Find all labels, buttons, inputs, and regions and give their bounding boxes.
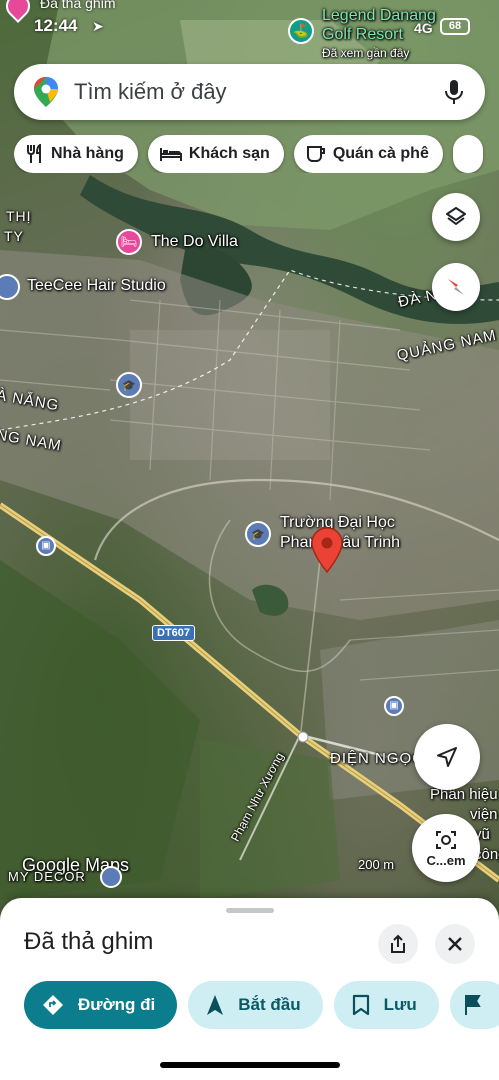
action-buttons: Đường đi Bắt đầu Lưu: [24, 981, 499, 1029]
flag-icon: [464, 995, 481, 1015]
route-shield: DT607: [152, 625, 196, 641]
university-poi-icon[interactable]: 🎓: [245, 521, 271, 547]
area-thi-label: THỊ: [6, 208, 32, 224]
layers-icon: [446, 207, 466, 225]
coffee-cup-icon: [306, 146, 325, 162]
navigation-arrow-icon: [437, 747, 457, 767]
share-icon: [391, 934, 405, 953]
search-input[interactable]: Tìm kiếm ở đây: [74, 79, 443, 105]
google-maps-pin-icon: [34, 77, 58, 107]
school-poi-icon[interactable]: 🎓: [116, 372, 142, 398]
bus-stop-icon[interactable]: ▣: [384, 696, 404, 716]
my-location-button[interactable]: [414, 724, 480, 790]
battery-indicator: 68: [440, 18, 470, 35]
chip-more[interactable]: [452, 135, 483, 173]
chip-restaurants-label: Nhà hàng: [51, 145, 124, 162]
legend-danang-sub: Đã xem gần đây: [322, 46, 410, 60]
directions-label: Đường đi: [78, 995, 156, 1014]
battery-level: 68: [448, 20, 462, 32]
home-indicator[interactable]: [160, 1062, 340, 1068]
sheet-title: Đã thả ghim: [24, 928, 154, 955]
chip-cafes-label: Quán cà phê: [332, 145, 429, 162]
chip-hotels[interactable]: Khách sạn: [147, 135, 284, 173]
lens-icon: [436, 830, 456, 849]
back-to-app-label[interactable]: Đã thả ghim: [40, 0, 115, 11]
shop-poi-icon[interactable]: [100, 866, 122, 888]
start-button[interactable]: Bắt đầu: [188, 981, 323, 1029]
do-villa-label[interactable]: The Do Villa: [151, 233, 238, 251]
directions-button[interactable]: Đường đi: [24, 981, 178, 1029]
category-chips: Nhà hàng Khách sạn Quán cà phê: [14, 135, 499, 173]
bed-icon: [159, 148, 182, 161]
golf-poi-icon[interactable]: ⛳: [288, 18, 314, 44]
close-button[interactable]: [435, 924, 475, 964]
microphone-icon[interactable]: [443, 78, 465, 106]
save-button[interactable]: Lưu: [333, 981, 439, 1029]
legend-danang-line2: Golf Resort: [322, 26, 403, 43]
legend-danang-label[interactable]: Legend Danang Golf Resort Đã xem gần đây: [322, 6, 436, 63]
share-button[interactable]: [378, 924, 418, 964]
location-arrow-icon: ➤: [92, 18, 104, 34]
teecee-label[interactable]: TeeCee Hair Studio: [27, 277, 166, 295]
chip-cafes[interactable]: Quán cà phê: [293, 135, 443, 173]
flag-button[interactable]: [449, 981, 499, 1029]
dien-ngoc-label: ĐIỆN NGỌC: [330, 750, 425, 767]
status-time: 12:44: [34, 16, 78, 35]
layers-button[interactable]: [432, 193, 480, 241]
save-label: Lưu: [383, 995, 417, 1014]
start-label: Bắt đầu: [238, 995, 301, 1014]
dropped-pin-icon[interactable]: [310, 526, 344, 574]
chip-restaurants[interactable]: Nhà hàng: [14, 135, 138, 173]
bookmark-icon: [352, 994, 369, 1016]
compass-icon: [448, 279, 464, 295]
bottom-sheet[interactable]: Đã thả ghim Đường đi Bắt đầu Lưu: [0, 898, 499, 1080]
search-bar[interactable]: Tìm kiếm ở đây: [14, 64, 485, 120]
legend-danang-line1: Legend Danang: [322, 7, 436, 24]
bus-stop-icon[interactable]: ▣: [36, 536, 56, 556]
drag-handle[interactable]: [226, 908, 274, 913]
navigation-arrow-icon: [207, 995, 224, 1015]
area-ty-label: TY: [4, 228, 24, 244]
close-icon: [448, 937, 462, 951]
scale-label: 200 m: [358, 857, 395, 872]
directions-icon: [43, 995, 63, 1015]
my-decor-label: MY DECOR: [8, 869, 86, 884]
lens-button[interactable]: C...em: [412, 814, 480, 882]
fork-knife-icon: [27, 144, 41, 163]
chip-hotels-label: Khách sạn: [188, 145, 270, 162]
lens-label: C...em: [426, 852, 466, 868]
hotel-poi-icon[interactable]: 🛏: [116, 229, 142, 255]
compass-button[interactable]: [432, 263, 480, 311]
